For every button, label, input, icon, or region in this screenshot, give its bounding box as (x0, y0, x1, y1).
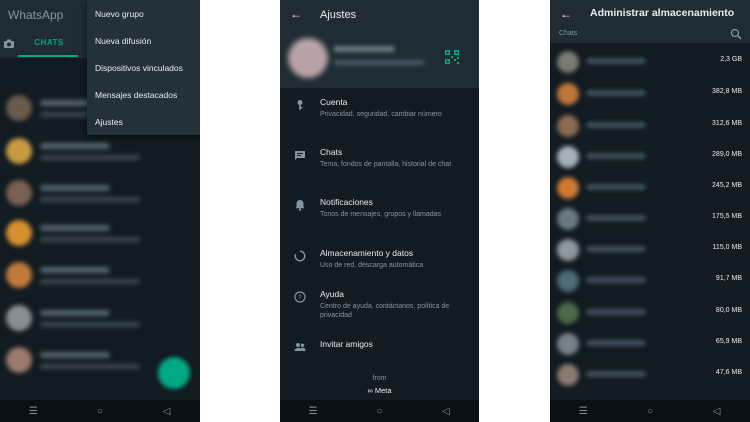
qr-code-icon[interactable] (445, 50, 459, 64)
chat-size: 382,8 MB (712, 88, 742, 95)
settings-screen: ← Ajustes Cuenta Privacidad, seguridad, … (280, 0, 479, 422)
page-title: Administrar almacenamiento (590, 7, 735, 19)
settings-item-subtitle: Centro de ayuda, contáctanos, política d… (320, 303, 450, 319)
storage-circle-icon (294, 250, 306, 262)
list-item[interactable]: 65,9 MB (550, 331, 750, 356)
back-arrow-icon[interactable]: ← (290, 7, 302, 21)
chats-header: Chats (550, 27, 750, 43)
manage-storage-screen: ← Administrar almacenamiento Chats 2,3 G… (550, 0, 750, 422)
key-icon (294, 99, 306, 111)
tab-chats[interactable]: CHATS (20, 38, 78, 47)
system-nav-bar: ☰ ○ ◁ (0, 400, 200, 422)
home-button[interactable]: ○ (80, 406, 120, 417)
chat-size: 91,7 MB (715, 275, 742, 282)
list-item[interactable]: 245,2 MB (550, 175, 750, 200)
bell-icon (294, 199, 306, 211)
whatsapp-chats-screen: WhatsApp CHATS Nuevo grupo Nueva difusió… (0, 0, 200, 422)
settings-item-title: Cuenta (320, 97, 348, 107)
chats-label: Chats (559, 30, 578, 37)
menu-item-nueva-difusion[interactable]: Nueva difusión (87, 27, 200, 54)
home-button[interactable]: ○ (630, 406, 670, 417)
settings-item-subtitle: Tema, fondos de pantalla, historial de c… (320, 161, 452, 168)
list-item[interactable] (6, 180, 196, 208)
list-item[interactable]: 47,6 MB (550, 362, 750, 387)
settings-item-title: Ayuda (320, 289, 344, 299)
chat-size: 312,6 MB (712, 120, 742, 127)
settings-item-title: Notificaciones (320, 197, 373, 207)
app-title: WhatsApp (8, 8, 64, 22)
back-nav-button[interactable]: ◁ (697, 406, 737, 417)
chat-icon (294, 149, 306, 161)
svg-text:?: ? (298, 294, 302, 302)
list-item[interactable] (6, 138, 196, 166)
menu-item-nuevo-grupo[interactable]: Nuevo grupo (87, 0, 200, 27)
settings-item-subtitle: Uso de red, descarga automática (320, 262, 424, 269)
list-item[interactable]: 2,3 GB (550, 49, 750, 74)
list-item[interactable]: 91,7 MB (550, 268, 750, 293)
list-item[interactable]: 80,0 MB (550, 300, 750, 325)
settings-item-title: Chats (320, 147, 343, 157)
list-item[interactable] (6, 262, 196, 290)
list-item[interactable] (6, 305, 196, 333)
chat-size: 80,0 MB (715, 307, 742, 314)
overflow-menu: Nuevo grupo Nueva difusión Dispositivos … (87, 0, 200, 135)
chat-size: 175,5 MB (712, 213, 742, 220)
recent-apps-button[interactable]: ☰ (293, 406, 333, 417)
list-item[interactable]: 115,0 MB (550, 237, 750, 262)
settings-item-subtitle: Privacidad, seguridad, cambiar número (320, 111, 442, 118)
chat-size: 245,2 MB (712, 182, 742, 189)
chat-size: 115,0 MB (712, 244, 742, 251)
profile-card[interactable] (280, 30, 479, 88)
back-nav-button[interactable]: ◁ (426, 406, 466, 417)
menu-item-mensajes-destacados[interactable]: Mensajes destacados (87, 81, 200, 108)
chat-size: 289,0 MB (712, 151, 742, 158)
settings-item-subtitle: Tonos de mensajes, grupos y llamadas (320, 211, 442, 218)
chat-size: 2,3 GB (720, 56, 742, 63)
help-icon: ? (294, 291, 306, 303)
menu-item-dispositivos-vinculados[interactable]: Dispositivos vinculados (87, 54, 200, 81)
list-item[interactable] (6, 220, 196, 248)
people-icon (294, 341, 306, 353)
list-item[interactable]: 289,0 MB (550, 144, 750, 169)
list-item[interactable]: 382,8 MB (550, 81, 750, 106)
system-nav-bar: ☰ ○ ◁ (280, 400, 479, 422)
meta-logo: ∞ Meta (367, 386, 392, 395)
recent-apps-button[interactable]: ☰ (563, 406, 603, 417)
tab-indicator (18, 55, 78, 57)
back-arrow-icon[interactable]: ← (560, 7, 572, 21)
from-label: from (372, 375, 387, 382)
profile-status (334, 60, 424, 65)
recent-apps-button[interactable]: ☰ (13, 406, 53, 417)
camera-icon[interactable] (4, 39, 14, 51)
settings-item-title: Invitar amigos (320, 339, 373, 349)
new-chat-button[interactable] (158, 357, 190, 389)
home-button[interactable]: ○ (359, 406, 399, 417)
system-nav-bar: ☰ ○ ◁ (550, 400, 750, 422)
chat-size: 65,9 MB (715, 338, 742, 345)
back-nav-button[interactable]: ◁ (147, 406, 187, 417)
search-icon[interactable] (730, 28, 742, 40)
menu-item-ajustes[interactable]: Ajustes (87, 108, 200, 135)
page-title: Ajustes (320, 9, 357, 21)
top-bar: ← Ajustes (280, 0, 479, 30)
settings-item-title: Almacenamiento y datos (320, 248, 414, 258)
chat-size: 47,6 MB (715, 369, 742, 376)
avatar[interactable] (288, 38, 328, 78)
profile-name (334, 46, 394, 52)
list-item[interactable]: 175,5 MB (550, 206, 750, 231)
top-bar: ← Administrar almacenamiento (550, 0, 750, 27)
list-item[interactable]: 312,6 MB (550, 113, 750, 138)
